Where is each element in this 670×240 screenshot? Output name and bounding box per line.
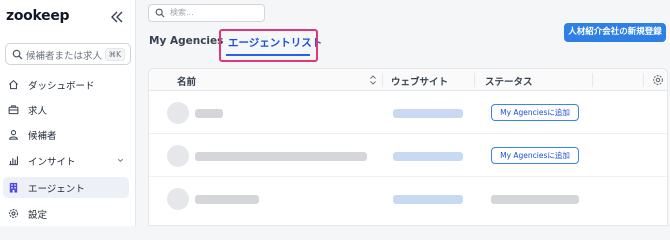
gear-icon[interactable]	[652, 74, 664, 86]
search-placeholder: 検索...	[170, 8, 194, 17]
sidebar-search-placeholder: 候補者または求人	[26, 51, 103, 62]
column-divider	[592, 73, 593, 87]
person-icon	[9, 130, 18, 140]
table-row[interactable]: My Agenciesに追加	[149, 135, 667, 177]
table-row[interactable]: My Agenciesに追加	[149, 92, 667, 134]
redacted-status	[491, 195, 579, 204]
sidebar-item-jobs[interactable]: 求人	[3, 99, 129, 120]
shortcut-badge: ⌘K	[104, 48, 125, 61]
redacted-agency-name	[195, 152, 367, 161]
sidebar-item-label: 設定	[28, 210, 48, 221]
avatar	[167, 188, 189, 210]
table-header: 名前 ウェブサイト ステータス	[149, 69, 667, 91]
redacted-website	[393, 152, 463, 161]
home-icon	[9, 79, 18, 90]
column-header-name[interactable]: 名前	[177, 74, 196, 88]
column-divider	[643, 73, 644, 87]
chevron-down-icon[interactable]	[117, 157, 124, 164]
redacted-website	[393, 195, 463, 204]
redacted-agency-name	[195, 195, 259, 204]
table-row[interactable]	[149, 178, 667, 220]
sidebar-item-label: ダッシュボード	[28, 81, 95, 92]
search-icon	[12, 49, 23, 60]
sidebar-search-input[interactable]: 候補者または求人 ⌘K	[5, 43, 131, 65]
column-divider	[474, 73, 475, 87]
column-divider	[382, 73, 383, 87]
building-icon	[9, 182, 18, 193]
add-to-my-agencies-button[interactable]: My Agenciesに追加	[491, 147, 579, 164]
sidebar-item-label: インサイト	[28, 157, 76, 168]
bar-chart-icon	[9, 156, 18, 166]
avatar	[167, 102, 189, 124]
app-logo[interactable]: zookeep	[6, 8, 70, 24]
sidebar-item-dashboard[interactable]: ダッシュボード	[3, 74, 129, 95]
sidebar-item-label: エージェント	[28, 184, 85, 195]
add-to-my-agencies-button[interactable]: My Agenciesに追加	[491, 104, 579, 121]
sidebar-item-label: 求人	[28, 106, 48, 117]
search-input[interactable]: 検索...	[148, 4, 265, 22]
sort-icon[interactable]	[369, 75, 377, 85]
redacted-agency-name	[195, 109, 223, 118]
annotation-highlight-box	[219, 29, 318, 62]
sidebar-item-settings[interactable]: 設定	[3, 203, 129, 224]
column-header-status[interactable]: ステータス	[485, 74, 533, 88]
column-header-website[interactable]: ウェブサイト	[391, 74, 448, 88]
briefcase-icon	[8, 105, 19, 115]
collapse-sidebar-icon[interactable]	[110, 11, 124, 23]
sidebar-item-agents[interactable]: エージェント	[3, 177, 129, 198]
register-new-agency-button[interactable]: 人材紹介会社の新規登録	[564, 23, 666, 42]
sidebar-item-label: 候補者	[28, 131, 57, 142]
redacted-website	[393, 109, 463, 118]
tab-my-agencies[interactable]: My Agencies	[149, 35, 223, 47]
search-icon	[155, 8, 165, 18]
sidebar-item-insights[interactable]: インサイト	[3, 150, 129, 171]
sidebar-item-candidates[interactable]: 候補者	[3, 124, 129, 145]
agency-table: 名前 ウェブサイト ステータス My Agenciesに追加 My Agenci…	[148, 68, 668, 226]
gear-icon	[9, 209, 18, 218]
sidebar: zookeep 候補者または求人 ⌘K ダッシュボード 求人 候補者 インサイト…	[0, 0, 136, 226]
avatar	[167, 145, 189, 167]
